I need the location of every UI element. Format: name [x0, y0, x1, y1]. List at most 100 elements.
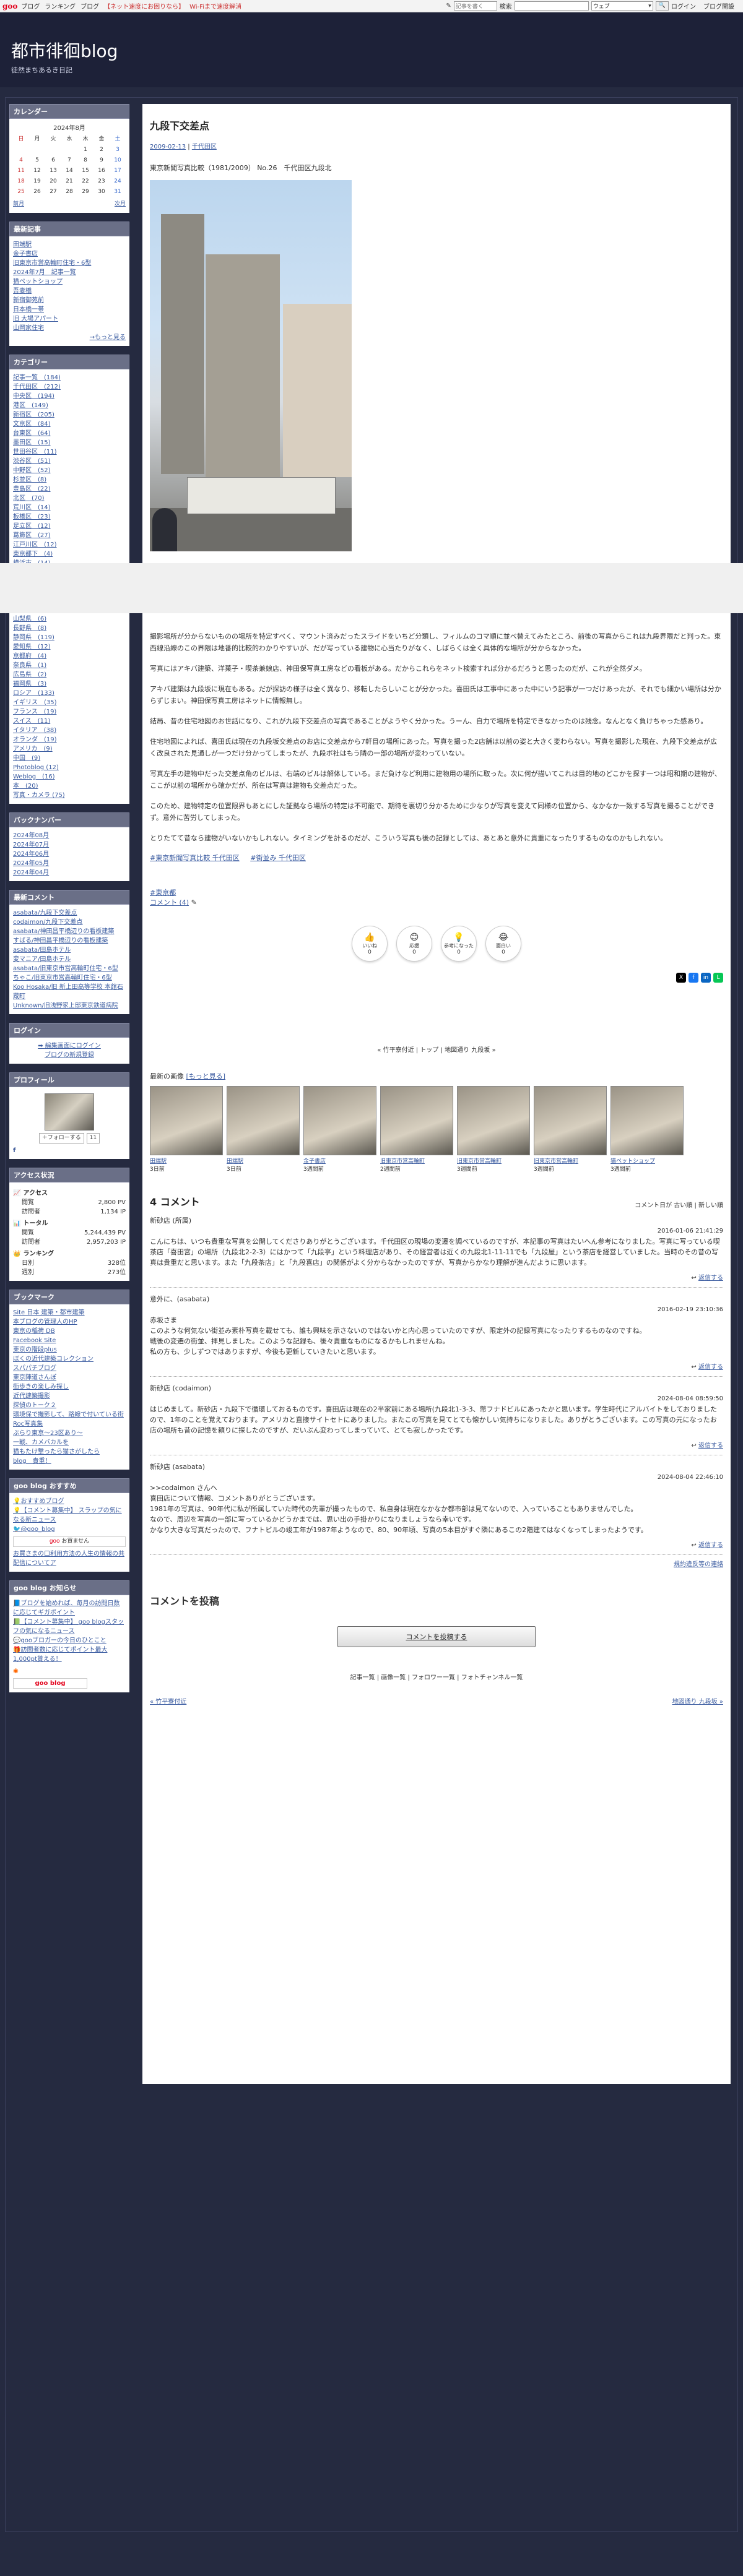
reply-button[interactable]: ↩ 返信する [150, 1362, 723, 1372]
calendar-day[interactable]: 27 [45, 187, 61, 197]
help-link[interactable]: ブログ開設 [703, 1, 734, 11]
recent-post-item[interactable]: 田端駅 [13, 240, 126, 249]
latest-comment-item[interactable]: すばる/神田昌平橋辺りの看板建築 [13, 936, 126, 946]
backnumber-item[interactable]: 2024年04月 [13, 868, 126, 877]
thumbnail-image[interactable] [380, 1086, 453, 1155]
category-item[interactable]: 豊島区 (22) [13, 485, 126, 494]
next-entry-link[interactable]: 地図通り 九段坂 » [672, 1696, 723, 1705]
topbar-ad-link-2[interactable]: Wi-Fiまで速度解消 [189, 1, 241, 11]
category-item[interactable]: 京都府 (4) [13, 652, 126, 661]
goo-notice-item[interactable]: 🎁訪問者数に応じてポイント最大1,000pt貰える！ [13, 1645, 126, 1664]
calendar-day[interactable]: 14 [61, 166, 77, 176]
rss-icon[interactable]: ◉ [13, 1666, 126, 1676]
thumbnail-label[interactable]: 旧東京市営高輪町 [380, 1157, 453, 1165]
calendar-day[interactable]: 29 [77, 187, 93, 197]
tag-link[interactable]: #東京新聞写真比較 千代田区 [150, 854, 240, 862]
linkedin-icon[interactable]: in [701, 973, 711, 983]
calendar-day[interactable]: 19 [29, 176, 45, 187]
backnumber-item[interactable]: 2024年05月 [13, 859, 126, 868]
thumbnail-image[interactable] [227, 1086, 300, 1155]
category-item[interactable]: 荒川区 (14) [13, 503, 126, 512]
category-item[interactable]: フランス (19) [13, 707, 126, 717]
comment-sort[interactable]: コメント日が 古い順 | 新しい順 [150, 1200, 723, 1209]
category-item[interactable]: 杉並区 (8) [13, 475, 126, 485]
category-item[interactable]: 江戸川区 (12) [13, 540, 126, 549]
calendar-day[interactable]: 31 [110, 187, 126, 197]
goo-logo[interactable]: goo [2, 2, 17, 11]
calendar-day[interactable]: 9 [93, 155, 110, 166]
calendar-day[interactable]: 18 [13, 176, 29, 187]
latest-comment-item[interactable]: Koo Hosaka/旧 新上田高等学校 本館石蔵町 [13, 983, 126, 1001]
tag-link[interactable]: #街並み 千代田区 [250, 854, 306, 862]
calendar-day[interactable]: 23 [93, 176, 110, 187]
recent-post-item[interactable]: 猫ペットショップ [13, 277, 126, 286]
reply-button[interactable]: ↩ 返信する [150, 1540, 723, 1551]
calendar-day[interactable]: 3 [110, 145, 126, 155]
latest-comment-item[interactable]: ちゃこ/旧東京市営高輪町住宅・6型 [13, 973, 126, 983]
category-item[interactable]: イギリス (35) [13, 698, 126, 707]
calendar-day[interactable]: 17 [110, 166, 126, 176]
comment-author[interactable]: 新砂店 (codaimon) [150, 1383, 723, 1394]
topbar-link-blog2[interactable]: ブログ [80, 1, 99, 11]
category-item[interactable]: 本 (20) [13, 782, 126, 791]
thumbnail[interactable]: 田端駅 3日前 [227, 1086, 300, 1173]
recent-post-item[interactable]: 山岡家住宅 [13, 324, 126, 333]
thumbnail-label[interactable]: 旧東京市営高輪町 [534, 1157, 607, 1165]
category-item[interactable]: 世田谷区 (11) [13, 447, 126, 457]
bookmark-item[interactable]: 東京の階段plus [13, 1345, 126, 1355]
calendar-prev[interactable]: 前月 [13, 200, 24, 209]
bookmark-item[interactable]: 街歩きの楽しみ探し [13, 1382, 126, 1392]
calendar-day[interactable]: 10 [110, 155, 126, 166]
category-item[interactable]: 長野県 (8) [13, 624, 126, 633]
category-item[interactable]: 葛飾区 (27) [13, 531, 126, 540]
bookmark-item[interactable]: Site 日本 建築・都市建築 [13, 1308, 126, 1317]
calendar-day[interactable]: 30 [93, 187, 110, 197]
latest-comment-item[interactable]: asabata/田島ホテル [13, 946, 126, 955]
topbar-ad-link[interactable]: 【ネット速度にお困りなら】 [104, 1, 185, 11]
category-item[interactable]: 北区 (70) [13, 494, 126, 503]
thumbnail-image[interactable] [150, 1086, 223, 1155]
report-link[interactable]: 規約違反等の連絡 [674, 1561, 723, 1568]
category-item[interactable]: 板橋区 (23) [13, 512, 126, 522]
reply-button[interactable]: ↩ 返信する [150, 1441, 723, 1451]
avatar[interactable] [45, 1093, 94, 1131]
topbar-link-ranking[interactable]: ランキング [45, 1, 76, 11]
recent-post-item[interactable]: 旧東京市営高輪町住宅・6型 [13, 259, 126, 268]
comment-author[interactable]: 新砂店 (所属) [150, 1215, 723, 1226]
comment-author[interactable]: 意外に、(asabata) [150, 1294, 723, 1304]
goo-recommend-item[interactable]: 💡おすすめブログ [13, 1497, 126, 1506]
x-icon[interactable]: X [676, 973, 686, 983]
recent-more-link[interactable]: →もっと見る [13, 333, 126, 342]
bookmark-item[interactable]: Facebook Site [13, 1336, 126, 1345]
thumbnail-image[interactable] [457, 1086, 530, 1155]
reaction-button[interactable]: 👍 いいね 0 [352, 926, 388, 962]
category-item[interactable]: 奈良県 (1) [13, 661, 126, 670]
bookmark-item[interactable]: 東京陣道さんぽ [13, 1373, 126, 1382]
category-item[interactable]: オランダ (19) [13, 735, 126, 744]
calendar-day[interactable]: 8 [77, 155, 93, 166]
category-item[interactable]: 新宿区 (205) [13, 410, 126, 420]
bookmark-item[interactable]: 環境保で撮影して、路線で付いている街 [13, 1410, 126, 1419]
calendar-day[interactable]: 11 [13, 166, 29, 176]
entry-title[interactable]: 九段下交差点 [150, 118, 723, 132]
calendar-day[interactable]: 16 [93, 166, 110, 176]
goo-recommend-item[interactable]: 💡【コメント募集中】 スラップの気になる新ニュース [13, 1506, 126, 1525]
footer-links[interactable]: 記事一覧 | 画像一覧 | フォロワー一覧 | フォトチャンネル一覧 [150, 1672, 723, 1681]
category-item[interactable]: スイス (11) [13, 717, 126, 726]
backnumber-item[interactable]: 2024年06月 [13, 850, 126, 859]
category-item[interactable]: 山梨県 (6) [13, 614, 126, 624]
calendar-day[interactable]: 25 [13, 187, 29, 197]
editor-login-link[interactable]: ➡ 編集画面にログイン [13, 1041, 126, 1051]
thumbnail[interactable]: 金子書店 3週間前 [303, 1086, 376, 1173]
reaction-button[interactable]: 💡 参考になった 0 [441, 926, 477, 962]
calendar-day[interactable]: 13 [45, 166, 61, 176]
twitter-link[interactable]: 🐦@goo_blog [13, 1525, 126, 1534]
thumbnail-label[interactable]: 田端駅 [227, 1157, 300, 1165]
recent-post-item[interactable]: 旧 大場アパート [13, 314, 126, 324]
calendar-day[interactable]: 24 [110, 176, 126, 187]
bookmark-item[interactable]: ぼくの近代建築コレクション [13, 1355, 126, 1364]
hashtag-link[interactable]: #東京都 [150, 889, 176, 897]
category-item[interactable]: 静岡県 (119) [13, 633, 126, 642]
category-item[interactable]: 写真・カメラ (75) [13, 791, 126, 800]
thumbnail[interactable]: 旧東京市営高輪町 2週間前 [380, 1086, 453, 1173]
